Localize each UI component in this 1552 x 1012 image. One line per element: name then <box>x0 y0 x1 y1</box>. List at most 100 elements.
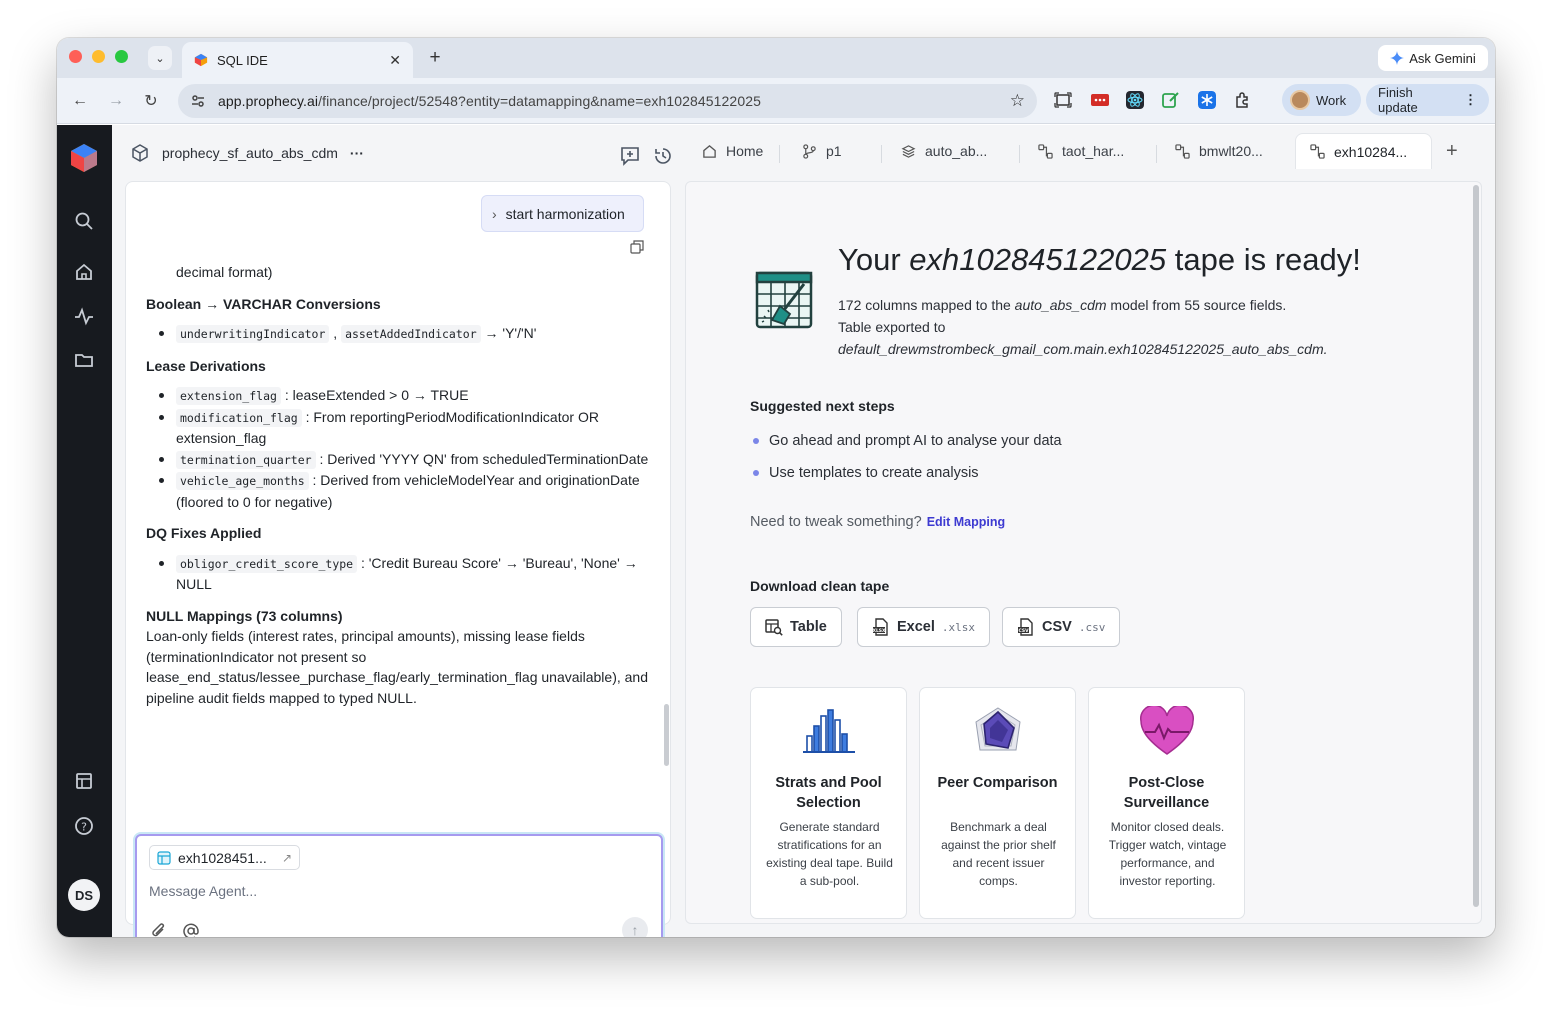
browser-tab-sql-ide[interactable]: SQL IDE ✕ <box>182 42 413 78</box>
copy-icon[interactable] <box>630 240 644 254</box>
extensions-puzzle-icon[interactable] <box>1234 91 1252 109</box>
back-button[interactable]: ← <box>69 90 91 112</box>
inline-code: termination_quarter <box>176 450 316 469</box>
gemini-sparkle-icon <box>1390 51 1405 65</box>
search-icon[interactable] <box>72 209 96 233</box>
template-card-peer[interactable]: Peer Comparison Benchmark a deal against… <box>919 687 1076 919</box>
message-composer[interactable]: exh1028451... ↗ Message Agent... ↑ <box>135 834 663 937</box>
url-host: app.prophecy.ai <box>218 93 319 109</box>
download-label: Table <box>790 619 827 635</box>
finish-update-button[interactable]: Finish update ⋮ <box>1366 84 1489 116</box>
minimize-window-button[interactable] <box>92 50 105 63</box>
history-icon[interactable] <box>652 145 674 167</box>
site-settings-icon[interactable] <box>190 93 206 109</box>
dq-list: obligor_credit_score_type : 'Credit Bure… <box>159 553 656 595</box>
edit-mapping-link[interactable]: Edit Mapping <box>927 515 1005 529</box>
activity-icon[interactable] <box>72 304 96 328</box>
tab-divider <box>1019 145 1020 163</box>
context-chip[interactable]: exh1028451... ↗ <box>149 845 300 870</box>
zoom-window-button[interactable] <box>115 50 128 63</box>
tab-bmwlt20[interactable]: bmwlt20... <box>1175 133 1263 169</box>
template-card-surveillance[interactable]: Post-Close Surveillance Monitor closed d… <box>1088 687 1245 919</box>
heart-pulse-icon <box>1139 706 1194 755</box>
chat-scrollbar[interactable] <box>664 704 669 766</box>
download-table-button[interactable]: Table <box>750 607 842 647</box>
home-icon[interactable] <box>72 260 96 284</box>
inline-code: modification_flag <box>176 408 302 427</box>
result-title: Your exh102845122025 tape is ready! <box>838 242 1361 278</box>
profile-button[interactable]: Work <box>1282 84 1361 116</box>
add-tab-button[interactable]: + <box>1446 133 1458 169</box>
new-chat-icon[interactable] <box>619 145 641 167</box>
paperclip-icon[interactable] <box>150 922 168 937</box>
bookmark-star-icon[interactable]: ☆ <box>1010 91 1025 111</box>
next-step-item[interactable]: Go ahead and prompt AI to analyse your d… <box>750 433 1062 449</box>
agent-message: decimal format) Boolean → VARCHAR Conver… <box>146 262 656 708</box>
start-harmonization-button[interactable]: › start harmonization <box>481 195 644 232</box>
browser-tab-title: SQL IDE <box>217 52 268 68</box>
result-scrollbar[interactable] <box>1473 185 1479 907</box>
tab-exh10284[interactable]: exh10284... <box>1295 133 1432 169</box>
project-header: prophecy_sf_auto_abs_cdm ··· <box>112 125 682 181</box>
send-button[interactable]: ↑ <box>622 917 648 937</box>
template-card-strats[interactable]: Strats and Pool Selection Generate stand… <box>750 687 907 919</box>
mention-icon[interactable] <box>181 921 201 937</box>
inline-code: assetAddedIndicator <box>341 325 481 343</box>
reload-button[interactable]: ↻ <box>140 90 162 112</box>
arrow-left-icon: ← <box>72 92 88 109</box>
open-external-icon[interactable]: ↗ <box>282 851 292 865</box>
close-window-button[interactable] <box>69 50 82 63</box>
download-ext: .xlsx <box>941 620 976 634</box>
cube-icon <box>132 144 148 162</box>
message-fragment: decimal format) <box>176 264 273 280</box>
download-title: Download clean tape <box>750 578 890 594</box>
folder-icon[interactable] <box>72 348 96 372</box>
tab-p1[interactable]: p1 <box>802 133 842 169</box>
next-step-item[interactable]: Use templates to create analysis <box>750 465 979 481</box>
download-csv-button[interactable]: CSV CSV .csv <box>1002 607 1121 647</box>
message-input[interactable]: Message Agent... <box>149 883 257 899</box>
ask-gemini-button[interactable]: Ask Gemini <box>1378 45 1488 71</box>
tab-search-button[interactable]: ⌄ <box>148 46 172 70</box>
app-area: ? DS prophecy_sf_auto_abs_cdm ··· › star… <box>57 125 1495 937</box>
marketplace-icon[interactable] <box>72 769 96 793</box>
tab-taot-har[interactable]: taot_har... <box>1038 133 1124 169</box>
browser-toolbar: ← → ↻ app.prophecy.ai/finance/project/52… <box>57 78 1495 124</box>
prophecy-favicon-icon <box>194 53 208 67</box>
card-title: Peer Comparison <box>937 775 1058 791</box>
download-excel-button[interactable]: XLSX Excel .xlsx <box>857 607 991 647</box>
tab-home[interactable]: Home <box>702 133 763 169</box>
list-text: , <box>333 325 338 341</box>
agent-chat-panel: › start harmonization decimal format) Bo… <box>125 181 671 925</box>
new-tab-button[interactable]: + <box>423 46 447 70</box>
kebab-menu-icon: ⋮ <box>1464 92 1477 107</box>
forward-button[interactable]: → <box>105 90 127 112</box>
download-label: CSV <box>1042 619 1072 635</box>
tweak-text: Need to tweak something? <box>750 514 922 530</box>
inline-code: extension_flag <box>176 387 281 405</box>
inline-code: obligor_credit_score_type <box>176 554 358 573</box>
null-paragraph: Loan-only fields (interest rates, princi… <box>146 628 649 706</box>
list-item: termination_quarter : Derived 'YYYY QN' … <box>159 449 656 471</box>
clean-table-icon <box>755 271 813 329</box>
close-tab-icon[interactable]: ✕ <box>389 52 401 69</box>
tab-divider <box>779 145 780 163</box>
prophecy-logo-icon[interactable] <box>69 143 99 173</box>
help-icon[interactable]: ? <box>72 814 96 838</box>
bar-chart-icon <box>802 709 855 753</box>
edit-extension-icon[interactable] <box>1162 91 1180 109</box>
react-devtools-extension-icon[interactable] <box>1126 91 1144 109</box>
start-harmonization-label: start harmonization <box>505 205 625 222</box>
user-avatar[interactable]: DS <box>68 879 100 911</box>
address-bar[interactable]: app.prophecy.ai/finance/project/52548?en… <box>178 84 1037 118</box>
snowflake-extension-icon[interactable] <box>1198 91 1216 109</box>
list-text: : Derived 'YYYY QN' from scheduledTermin… <box>319 450 649 467</box>
result-panel: Your exh102845122025 tape is ready! 172 … <box>685 181 1482 924</box>
lastpass-extension-icon[interactable] <box>1091 91 1109 109</box>
screenshot-extension-icon[interactable] <box>1054 91 1072 109</box>
browser-tab-bar: ⌄ SQL IDE ✕ + Ask Gemini <box>57 38 1495 78</box>
project-more-button[interactable]: ··· <box>350 145 364 161</box>
tab-auto-ab[interactable]: auto_ab... <box>901 133 987 169</box>
project-name[interactable]: prophecy_sf_auto_abs_cdm <box>162 145 338 161</box>
table-icon <box>157 850 171 865</box>
